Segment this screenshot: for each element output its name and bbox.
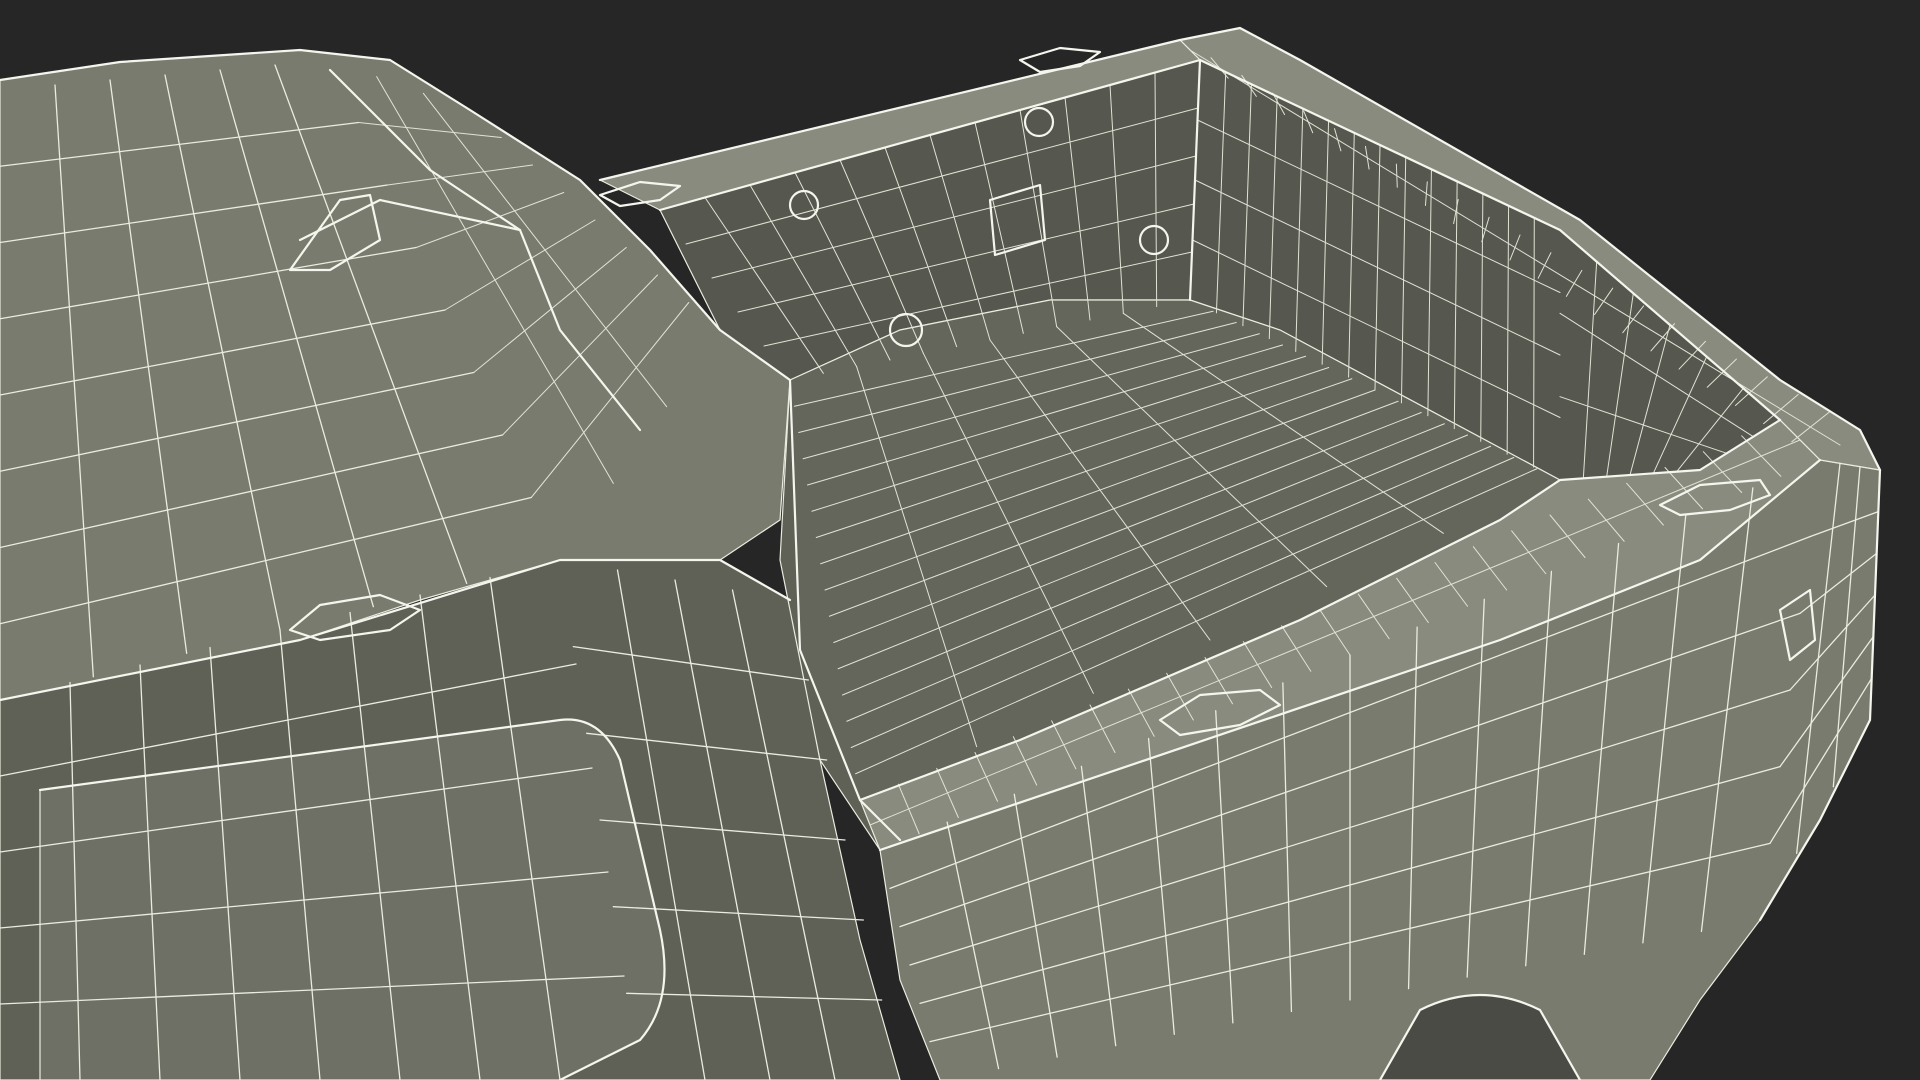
truck-wireframe-render	[0, 26, 1882, 1080]
render-viewport	[0, 0, 1920, 1080]
